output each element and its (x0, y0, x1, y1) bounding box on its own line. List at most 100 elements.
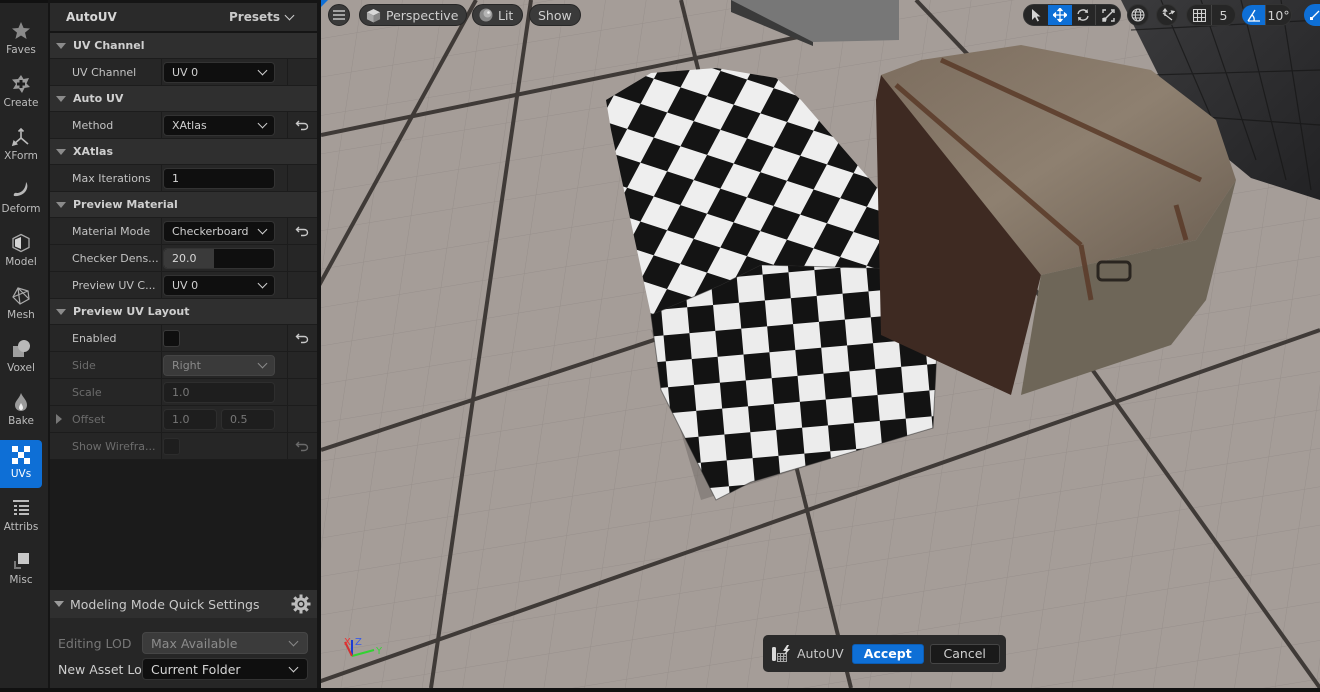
chevron-down-icon (288, 636, 299, 646)
translate-mode-button[interactable] (1047, 5, 1072, 25)
rotate-arrows-icon (1077, 9, 1090, 21)
property-method: Method XAtlas (50, 112, 317, 139)
transform-mode-group (1023, 4, 1121, 26)
category-deform[interactable]: Deform (0, 175, 42, 223)
presets-button[interactable]: Presets (229, 10, 295, 24)
category-xform[interactable]: XForm (0, 122, 42, 170)
property-show-wireframe: Show Wirefra... (50, 433, 317, 460)
reset-to-default-button[interactable] (288, 433, 316, 459)
section-auto-uv[interactable]: Auto UV (50, 86, 317, 112)
reset-to-default-button[interactable] (288, 218, 316, 244)
scale-input[interactable]: 1.0 (163, 381, 275, 403)
rotate-mode-button[interactable] (1072, 5, 1096, 25)
chevron-down-icon (257, 118, 268, 128)
globe-icon (1131, 8, 1145, 22)
input-value: 1.0 (172, 412, 190, 426)
category-voxel[interactable]: Voxel (0, 334, 42, 382)
max-iterations-input[interactable]: 1 (163, 167, 275, 189)
scale-snap-toggle[interactable] (1304, 4, 1320, 26)
material-mode-dropdown[interactable]: Checkerboard (163, 220, 275, 242)
show-label: Show (538, 7, 572, 23)
accept-button[interactable]: Accept (851, 643, 924, 664)
side-dropdown[interactable]: Right (163, 354, 275, 376)
section-preview-material[interactable]: Preview Material (50, 192, 317, 218)
method-dropdown[interactable]: XAtlas (163, 114, 275, 136)
category-bake[interactable]: Bake (0, 387, 42, 435)
rotation-snap-toggle[interactable] (1242, 5, 1266, 25)
cancel-button[interactable]: Cancel (929, 643, 1000, 664)
show-flags-button[interactable]: Show (529, 4, 581, 26)
angle-icon (1246, 9, 1260, 22)
quick-settings-header[interactable]: Modeling Mode Quick Settings (50, 590, 317, 618)
chevron-down-icon (257, 224, 268, 234)
bottom-border (0, 688, 1320, 692)
svg-text:Y: Y (375, 646, 383, 657)
rotation-snap-value[interactable]: 10° (1266, 5, 1291, 25)
reset-to-default-button[interactable] (288, 112, 316, 138)
chevron-down-icon (284, 10, 295, 20)
category-label: Faves (6, 44, 36, 56)
section-title: Preview UV Layout (73, 305, 190, 318)
grid-snap-toggle[interactable] (1187, 5, 1211, 25)
property-label: Offset (50, 406, 162, 432)
offset-x-input[interactable]: 1.0 (163, 408, 217, 430)
category-label: UVs (10, 468, 32, 480)
collapse-triangle-icon (56, 42, 66, 49)
offset-y-input[interactable]: 0.5 (221, 408, 275, 430)
section-xatlas[interactable]: XAtlas (50, 139, 317, 165)
scale-snap-icon (1310, 10, 1320, 20)
category-label: Attribs (3, 521, 39, 533)
property-label: Preview UV C... (50, 272, 162, 298)
select-mode-button[interactable] (1024, 5, 1048, 25)
property-label: UV Channel (50, 59, 162, 85)
collapse-triangle-icon (54, 601, 64, 607)
category-misc[interactable]: Misc (0, 546, 42, 594)
view-mode-button[interactable]: Perspective (359, 4, 468, 26)
show-wireframe-checkbox[interactable] (163, 437, 180, 455)
preview-uv-channel-dropdown[interactable]: UV 0 (163, 274, 275, 296)
property-preview-uv-channel: Preview UV C... UV 0 (50, 272, 317, 299)
expand-triangle-icon[interactable] (56, 414, 62, 424)
move-arrows-icon (1052, 8, 1067, 22)
enabled-checkbox[interactable] (163, 329, 180, 347)
category-label: Deform (1, 203, 41, 215)
input-value: 0.5 (230, 412, 248, 426)
level-viewport[interactable]: X Z Y Perspective Lit Show 5 10° AutoUV … (321, 0, 1320, 688)
collapse-triangle-icon (56, 148, 66, 155)
editing-lod-dropdown[interactable]: Max Available (142, 632, 308, 654)
editing-lod-label: Editing LOD (58, 635, 132, 651)
uv-channel-dropdown[interactable]: UV 0 (163, 61, 275, 83)
category-uvs[interactable]: UVs (0, 440, 42, 488)
dropdown-value: UV 0 (172, 65, 199, 79)
new-asset-location-row: New Asset Loc Current Folder (50, 656, 317, 682)
dropdown-value: Current Folder (151, 661, 241, 677)
viewport-menu-button[interactable] (328, 4, 350, 26)
category-faves[interactable]: Faves (0, 16, 42, 64)
gear-icon[interactable] (291, 594, 311, 614)
surface-snap-toggle[interactable] (1156, 4, 1178, 26)
property-label: Max Iterations (50, 165, 162, 191)
reset-to-default-button[interactable] (288, 325, 316, 351)
viewport-scene: X Z Y (321, 0, 1320, 688)
category-create[interactable]: Create (0, 69, 42, 117)
input-value: 1.0 (172, 385, 190, 399)
model-hexagon-icon (10, 232, 32, 254)
grid-snap-value[interactable]: 5 (1212, 5, 1235, 25)
section-preview-uv-layout[interactable]: Preview UV Layout (50, 299, 317, 325)
category-mesh[interactable]: Mesh (0, 281, 42, 329)
create-plus-icon (10, 73, 32, 95)
category-model[interactable]: Model (0, 228, 42, 276)
property-label: Show Wirefra... (50, 433, 162, 459)
category-attribs[interactable]: Attribs (0, 493, 42, 541)
new-asset-location-dropdown[interactable]: Current Folder (142, 658, 308, 680)
section-uv-channel[interactable]: UV Channel (50, 33, 317, 59)
lighting-mode-button[interactable]: Lit (472, 4, 524, 26)
collapse-triangle-icon (56, 308, 66, 315)
scale-mode-button[interactable] (1096, 5, 1120, 25)
deform-crescent-icon (10, 179, 32, 201)
checker-density-slider[interactable]: 20.0 (163, 247, 275, 269)
bake-flame-icon (10, 391, 32, 413)
attribs-list-icon (10, 497, 32, 519)
panel-header: AutoUV Presets (50, 3, 317, 33)
world-local-toggle[interactable] (1127, 4, 1149, 26)
